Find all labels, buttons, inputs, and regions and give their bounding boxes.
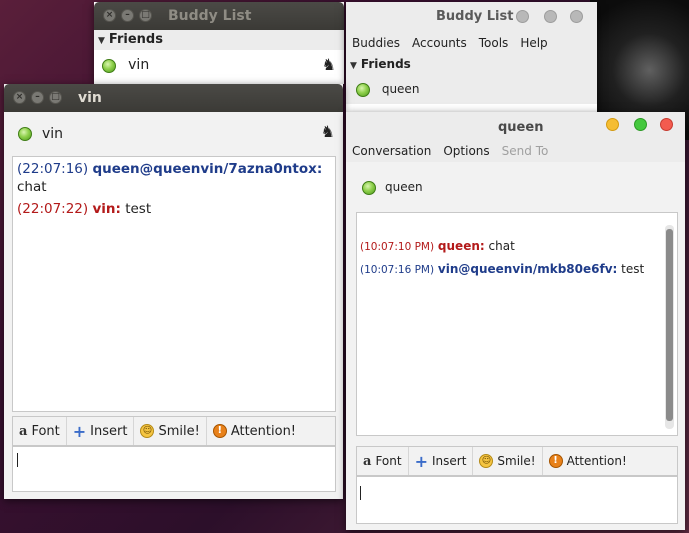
message: (10:07:16 PM) vin@queenvin/mkb80e6fv: te… bbox=[360, 262, 645, 276]
smile-button[interactable]: ☺ Smile! bbox=[473, 447, 543, 475]
contact-header: vin ♞ bbox=[4, 112, 343, 156]
attention-icon: ! bbox=[548, 454, 563, 468]
menu-tools[interactable]: Tools bbox=[479, 32, 509, 54]
group-friends[interactable]: ▼ Friends bbox=[346, 54, 597, 74]
minimize-icon[interactable] bbox=[606, 118, 619, 131]
smile-icon: ☺ bbox=[479, 454, 494, 468]
triangle-down-icon[interactable]: ▼ bbox=[98, 36, 105, 46]
menubar: Conversation Options Send To bbox=[346, 140, 685, 162]
smile-icon: ☺ bbox=[140, 424, 155, 438]
font-button[interactable]: a Font bbox=[13, 417, 67, 445]
attention-button[interactable]: ! Attention! bbox=[207, 417, 302, 445]
scrollbar[interactable] bbox=[665, 225, 674, 429]
conv-vin-titlebar[interactable]: × – □ vin bbox=[4, 84, 343, 112]
menu-options[interactable]: Options bbox=[443, 140, 489, 162]
menu-accounts[interactable]: Accounts bbox=[412, 32, 467, 54]
window-title: vin bbox=[78, 90, 102, 106]
insert-icon: + bbox=[414, 451, 428, 471]
insert-button[interactable]: + Insert bbox=[409, 447, 474, 475]
status-available-icon bbox=[362, 181, 376, 195]
font-button[interactable]: a Font bbox=[357, 447, 409, 475]
message: (22:07:22) vin: test bbox=[17, 201, 152, 217]
message-input[interactable] bbox=[12, 446, 336, 492]
menu-conversation[interactable]: Conversation bbox=[352, 140, 431, 162]
menu-send-to[interactable]: Send To bbox=[502, 140, 549, 162]
scrollbar-thumb[interactable] bbox=[666, 229, 673, 421]
text-caret bbox=[360, 486, 361, 500]
font-icon: a bbox=[19, 423, 28, 439]
buddy-name: vin bbox=[128, 57, 150, 73]
group-label: Friends bbox=[108, 32, 163, 47]
buddy-list-window-back: × – □ Buddy List ▼ Friends vin ♞ bbox=[94, 2, 344, 84]
format-toolbar: a Font + Insert ☺ Smile! ! Attention! bbox=[356, 446, 678, 476]
window-title: Buddy List bbox=[168, 8, 252, 24]
message: (22:07:16) queen@queenvin/7azna0ntox: ch… bbox=[17, 161, 323, 195]
window-title: Buddy List bbox=[436, 9, 514, 24]
font-icon: a bbox=[363, 453, 372, 469]
format-toolbar: a Font + Insert ☺ Smile! ! Attention! bbox=[12, 416, 336, 446]
close-icon[interactable]: × bbox=[103, 9, 116, 22]
buddy-list-window-front: Buddy List Buddies Accounts Tools Help ▼ Fri… bbox=[346, 2, 597, 112]
buddy-row-vin[interactable]: vin ♞ bbox=[94, 50, 344, 80]
text-caret bbox=[17, 453, 18, 467]
conv-queen-titlebar[interactable]: queen bbox=[346, 112, 685, 140]
minimize-icon[interactable]: – bbox=[31, 91, 44, 104]
contact-name: vin bbox=[42, 126, 64, 142]
buddy-name: queen bbox=[381, 82, 420, 96]
insert-button[interactable]: + Insert bbox=[67, 417, 135, 445]
attention-button[interactable]: ! Attention! bbox=[543, 447, 633, 475]
maximize-icon[interactable]: □ bbox=[139, 9, 152, 22]
menu-buddies[interactable]: Buddies bbox=[352, 32, 400, 54]
triangle-down-icon[interactable]: ▼ bbox=[350, 61, 357, 71]
message-history[interactable]: (22:07:16) queen@queenvin/7azna0ntox: ch… bbox=[12, 156, 336, 412]
smile-button[interactable]: ☺ Smile! bbox=[134, 417, 207, 445]
minimize-icon[interactable] bbox=[516, 10, 529, 23]
message-history[interactable]: (10:07:10 PM) queen: chat (10:07:16 PM) … bbox=[356, 212, 678, 436]
contact-header: queen bbox=[346, 166, 685, 206]
menubar: Buddies Accounts Tools Help bbox=[346, 32, 597, 54]
maximize-icon[interactable]: □ bbox=[49, 91, 62, 104]
conversation-window-vin: × – □ vin vin ♞ (22:07:16) queen@queenvi… bbox=[4, 84, 343, 499]
buddy-row-queen[interactable]: queen bbox=[346, 74, 597, 104]
close-icon[interactable]: × bbox=[13, 91, 26, 104]
buddy-list-front-titlebar[interactable]: Buddy List bbox=[346, 2, 597, 32]
window-title: queen bbox=[498, 120, 544, 135]
contact-name: queen bbox=[385, 180, 423, 194]
close-icon[interactable] bbox=[570, 10, 583, 23]
buddy-icon: ♞ bbox=[321, 55, 336, 74]
status-available-icon bbox=[102, 58, 116, 73]
close-icon[interactable] bbox=[660, 118, 673, 131]
minimize-icon[interactable]: – bbox=[121, 9, 134, 22]
group-label: Friends bbox=[360, 57, 411, 71]
buddy-list-back-titlebar[interactable]: × – □ Buddy List bbox=[94, 2, 344, 30]
buddy-icon: ♞ bbox=[320, 122, 335, 141]
attention-icon: ! bbox=[212, 424, 227, 438]
status-available-icon bbox=[356, 82, 370, 97]
maximize-icon[interactable] bbox=[634, 118, 647, 131]
conversation-window-queen: queen Conversation Options Send To queen (… bbox=[346, 112, 685, 530]
maximize-icon[interactable] bbox=[544, 10, 557, 23]
status-available-icon bbox=[18, 127, 32, 141]
menu-help[interactable]: Help bbox=[520, 32, 547, 54]
message: (10:07:10 PM) queen: chat bbox=[360, 239, 515, 253]
group-friends[interactable]: ▼ Friends bbox=[94, 30, 344, 50]
message-input[interactable] bbox=[356, 476, 678, 524]
insert-icon: + bbox=[72, 421, 87, 441]
